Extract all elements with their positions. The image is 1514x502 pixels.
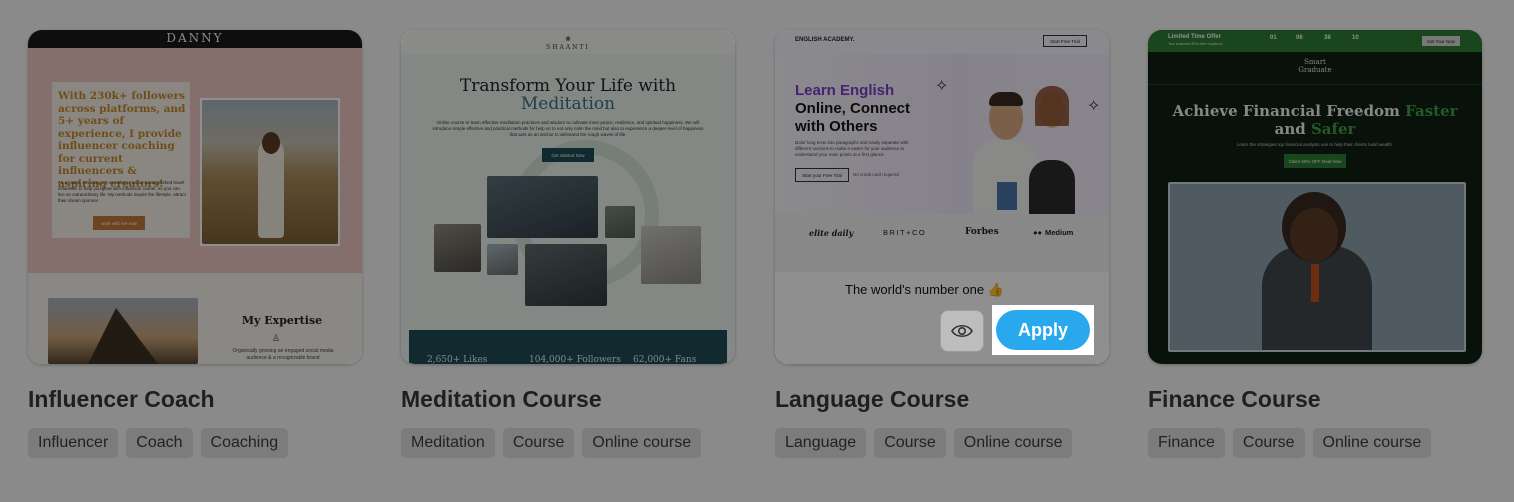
tag-list: Influencer Coach Coaching bbox=[28, 428, 289, 458]
tag[interactable]: Coaching bbox=[200, 428, 289, 458]
stat-followers: 104,000+ Followers bbox=[529, 355, 621, 364]
logo-elite-daily: elite daily bbox=[809, 228, 854, 238]
tag-list: Meditation Course Online course bbox=[401, 428, 702, 458]
preview-brand: ENGLISH ACADEMY. bbox=[795, 37, 855, 43]
template-preview[interactable]: ❀ SHAANTI Transform Your Life with Medit… bbox=[401, 30, 735, 364]
expertise-photo bbox=[48, 298, 198, 364]
offer-subtitle: Your exclusive 50% offer expires in: bbox=[1168, 42, 1224, 46]
template-card-finance-course[interactable]: Limited Time Offer Your exclusive 50% of… bbox=[1148, 30, 1482, 458]
template-card-meditation-course[interactable]: ❀ SHAANTI Transform Your Life with Medit… bbox=[401, 30, 735, 458]
preview-cta-note: No credit card required bbox=[853, 172, 899, 177]
logo-forbes: Forbes bbox=[965, 227, 999, 237]
timer-minutes: 38 bbox=[1324, 35, 1331, 41]
tag-list: Finance Course Online course bbox=[1148, 428, 1432, 458]
preview-headline-1: Transform Your Life with bbox=[459, 76, 677, 96]
preview-headline: With 230k+ followers across platforms, a… bbox=[58, 90, 186, 190]
tag[interactable]: Language bbox=[775, 428, 867, 458]
preview-cta: work with me now bbox=[93, 216, 145, 230]
preview-body: As a coach, I'm using my experience as a… bbox=[58, 180, 186, 203]
sparkle-icon: ✧ bbox=[935, 78, 949, 95]
tag[interactable]: Course bbox=[1232, 428, 1305, 458]
template-card-influencer-coach[interactable]: DANNY With 230k+ followers across platfo… bbox=[28, 30, 362, 458]
coach-photo bbox=[202, 100, 338, 244]
card-title[interactable]: Language Course bbox=[775, 386, 969, 413]
timer-days: 01 bbox=[1270, 35, 1277, 41]
eye-icon bbox=[951, 324, 973, 338]
apply-button-highlight: Apply bbox=[992, 305, 1094, 355]
preview-headline-2: Meditation bbox=[520, 94, 616, 114]
preview-subheading: The world's number one 👍 bbox=[845, 282, 1004, 297]
finance-photo bbox=[1168, 182, 1466, 352]
preview-cta: Start your Free Trial bbox=[795, 168, 849, 182]
preview-cta: Claim 50% OFF Deal Now bbox=[1284, 154, 1346, 168]
stat-likes: 2,650+ Likes bbox=[427, 355, 488, 364]
preview-body: Dolor long texts into paragraphs and eas… bbox=[795, 140, 909, 157]
students-photo bbox=[971, 82, 1077, 214]
preview-brand-1: Smart bbox=[1304, 58, 1326, 66]
preview-headline-3: with Others bbox=[795, 118, 878, 135]
preview-headline-green-1: Faster bbox=[1405, 102, 1458, 120]
tag[interactable]: Course bbox=[502, 428, 575, 458]
medium-logo-icon: ●● bbox=[1033, 228, 1043, 237]
meditation-photo bbox=[641, 226, 701, 284]
stat-fans: 62,000+ Fans bbox=[633, 355, 697, 364]
tag[interactable]: Meditation bbox=[401, 428, 495, 458]
preview-button[interactable] bbox=[940, 310, 984, 352]
meditation-photo bbox=[525, 244, 607, 306]
tag[interactable]: Course bbox=[874, 428, 946, 458]
preview-brand: DANNY bbox=[166, 31, 224, 45]
card-title[interactable]: Influencer Coach bbox=[28, 386, 215, 413]
preview-brand-2: Graduate bbox=[1298, 66, 1332, 74]
expertise-icon: ♙ bbox=[272, 333, 281, 343]
tag-list: Language Course Online course bbox=[775, 428, 1073, 458]
preview-body: Learn the strategies top financial analy… bbox=[1236, 142, 1394, 147]
timer-hours: 06 bbox=[1296, 35, 1303, 41]
preview-cta: Get Started Now bbox=[542, 148, 594, 162]
tag[interactable]: Online course bbox=[1312, 428, 1432, 458]
preview-section-text: Organically growing an engaged social me… bbox=[232, 348, 334, 361]
card-title[interactable]: Finance Course bbox=[1148, 386, 1321, 413]
preview-brand: SHAANTI bbox=[546, 44, 590, 51]
apply-button[interactable]: Apply bbox=[996, 310, 1090, 350]
card-title[interactable]: Meditation Course bbox=[401, 386, 602, 413]
preview-headline-2: and bbox=[1274, 120, 1306, 138]
meditation-photo bbox=[487, 244, 518, 275]
tag[interactable]: Finance bbox=[1148, 428, 1225, 458]
tag[interactable]: Coach bbox=[126, 428, 193, 458]
preview-headline-1: Achieve Financial Freedom bbox=[1172, 102, 1400, 120]
template-preview[interactable]: Limited Time Offer Your exclusive 50% of… bbox=[1148, 30, 1482, 364]
offer-title: Limited Time Offer bbox=[1168, 34, 1221, 40]
tag[interactable]: Online course bbox=[953, 428, 1073, 458]
preview-section-title: My Expertise bbox=[241, 314, 323, 327]
tag[interactable]: Online course bbox=[582, 428, 702, 458]
meditation-photo bbox=[605, 206, 635, 238]
logo-brit-co: BRIT+CO bbox=[883, 228, 927, 237]
logo-medium: Medium bbox=[1045, 228, 1074, 237]
meditation-photo bbox=[434, 224, 481, 272]
timer-seconds: 10 bbox=[1352, 35, 1359, 41]
sparkle-icon: ✧ bbox=[1087, 98, 1101, 115]
tag[interactable]: Influencer bbox=[28, 428, 119, 458]
preview-headline-2: Online, Connect bbox=[795, 100, 911, 117]
template-preview[interactable]: DANNY With 230k+ followers across platfo… bbox=[28, 30, 362, 364]
preview-nav-button: Get Your Now bbox=[1422, 36, 1460, 46]
preview-headline-1: Learn English bbox=[795, 82, 895, 99]
preview-body: Online course to learn effective meditat… bbox=[432, 120, 704, 137]
preview-headline-green-2: Safer bbox=[1310, 120, 1356, 138]
meditation-photo-main bbox=[487, 176, 598, 238]
preview-nav-button: Start Free Trial bbox=[1043, 35, 1087, 47]
lotus-icon: ❀ bbox=[565, 36, 571, 43]
